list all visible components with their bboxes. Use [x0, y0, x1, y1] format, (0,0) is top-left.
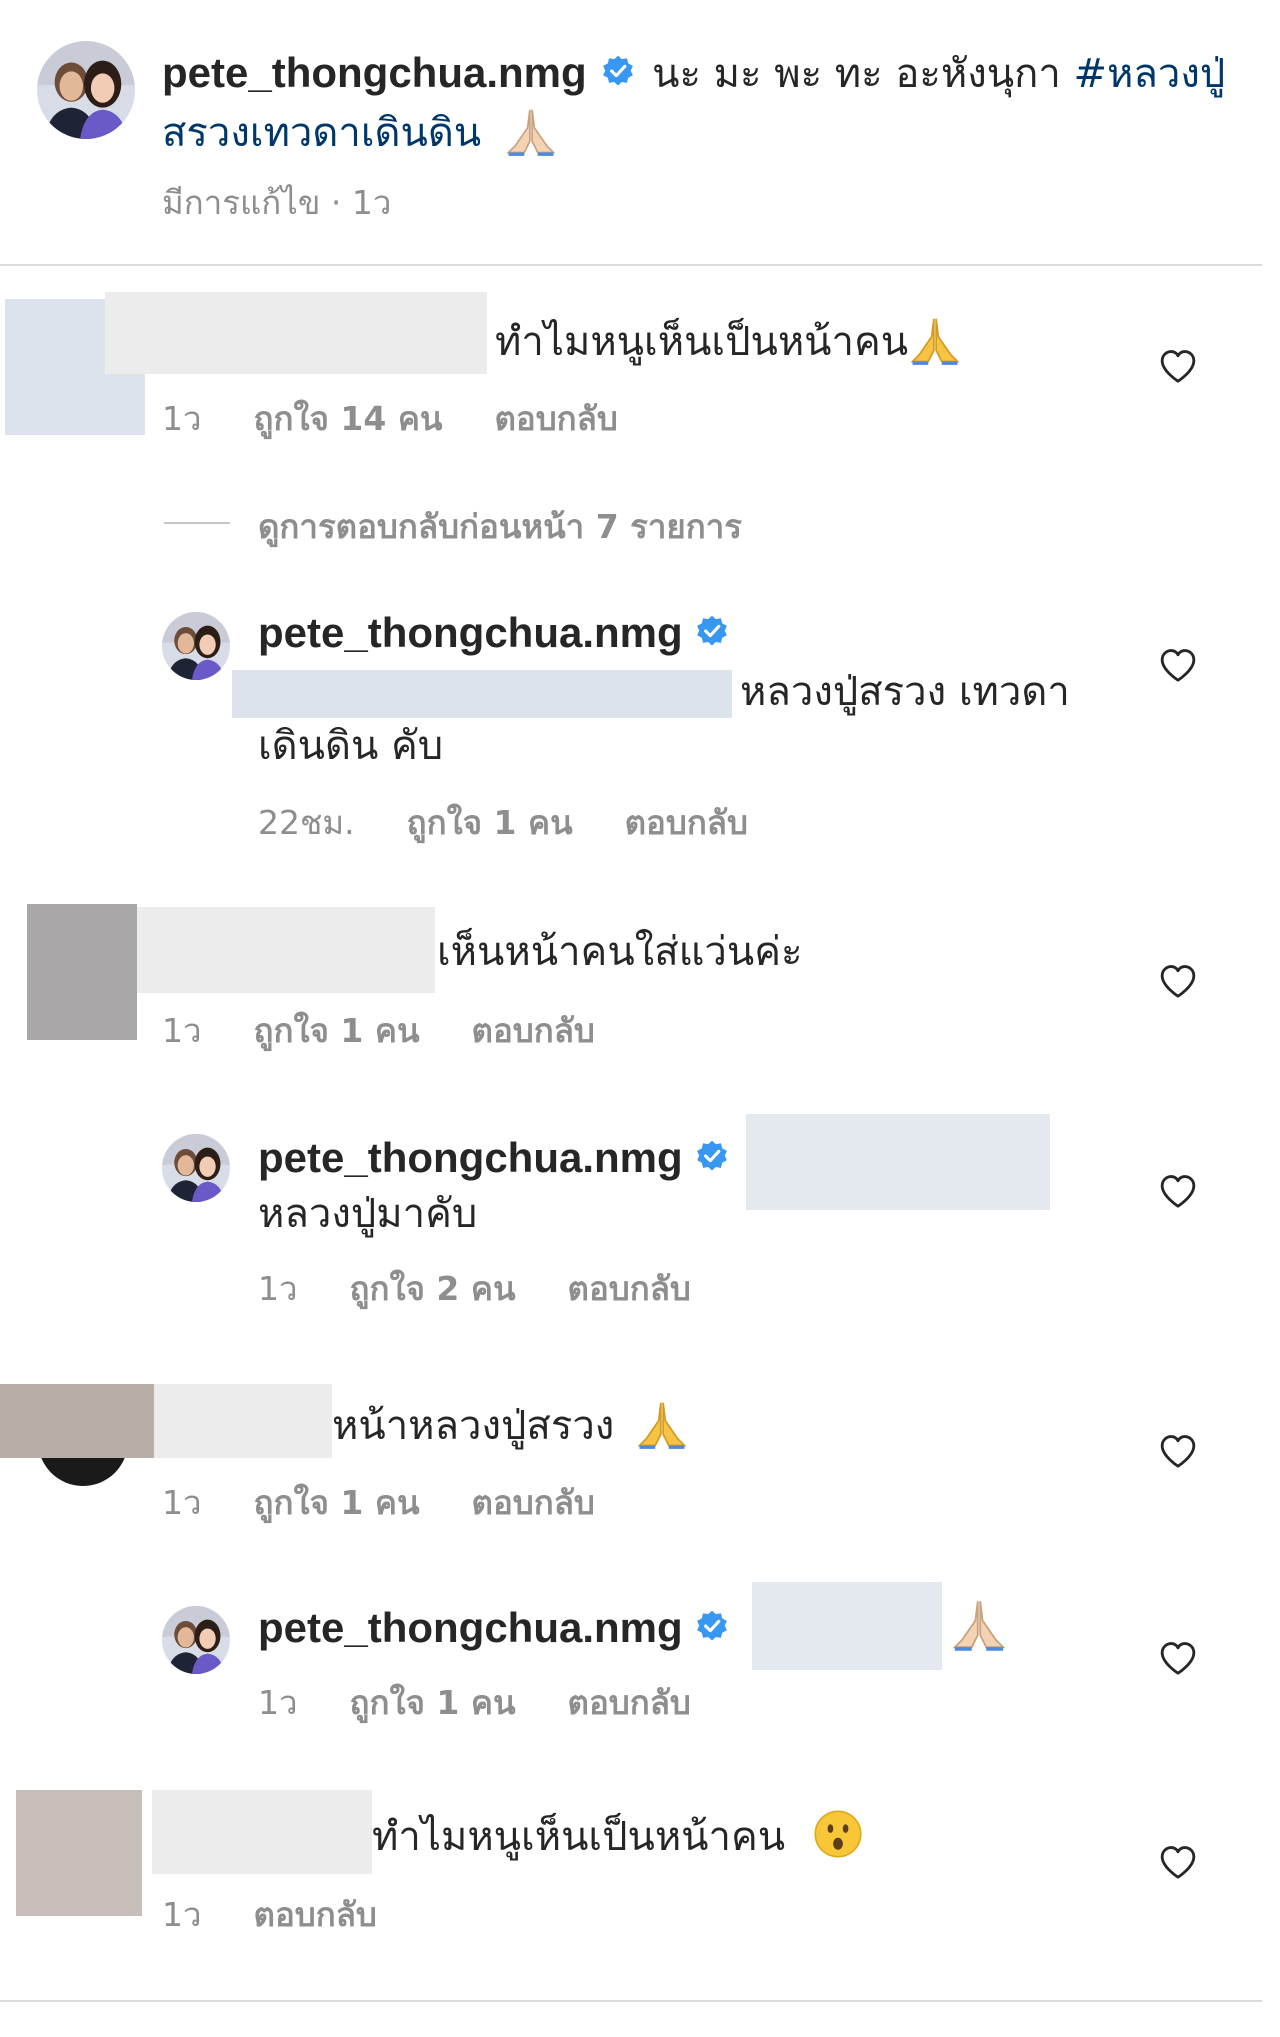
heart-icon[interactable]: [1158, 1172, 1198, 1212]
reply-button[interactable]: ตอบกลับ: [254, 1895, 377, 1934]
divider: [0, 264, 1262, 266]
heart-icon[interactable]: [1158, 1639, 1198, 1679]
comment-meta: 1ว ตอบกลับ: [162, 1888, 429, 1941]
verified-icon: [601, 54, 635, 88]
redacted-mention: [746, 1114, 1050, 1210]
folded-hands-icon: [504, 103, 558, 157]
heart-icon[interactable]: [1158, 1432, 1198, 1472]
reply-meta: 1ว ถูกใจ 2 คน ตอบกลับ: [258, 1262, 743, 1315]
hushed-face-icon: [812, 1808, 864, 1860]
reply-avatar[interactable]: [162, 612, 230, 680]
post-author-avatar[interactable]: [37, 41, 135, 139]
post-caption-text: นะ มะ พะ ทะ อะหังนุกา: [652, 51, 1061, 97]
heart-icon[interactable]: [1158, 646, 1198, 686]
comment-time: 1ว: [162, 1483, 202, 1522]
comment-text: ทำไมหนูเห็นเป็นหน้าคน: [495, 312, 962, 376]
heart-icon[interactable]: [1158, 347, 1198, 387]
redacted-username: [154, 1384, 332, 1458]
redacted-username: [137, 907, 435, 993]
reply-meta: 1ว ถูกใจ 1 คน ตอบกลับ: [258, 1676, 743, 1729]
folded-hands-icon: [950, 1594, 1008, 1652]
post-caption: pete_thongchua.nmg นะ มะ พะ ทะ อะหังนุกา…: [162, 44, 1242, 167]
likes-count[interactable]: ถูกใจ 1 คน: [254, 1483, 420, 1522]
comment-meta: 1ว ถูกใจ 1 คน ตอบกลับ: [162, 1476, 647, 1529]
verified-icon: [695, 1139, 729, 1173]
reply-username[interactable]: pete_thongchua.nmg: [258, 609, 683, 656]
likes-count[interactable]: ถูกใจ 1 คน: [407, 803, 573, 842]
comment-text: หน้าหลวงปู่สรวง: [332, 1396, 689, 1460]
verified-icon: [695, 614, 729, 648]
verified-icon: [695, 1609, 729, 1643]
hashtag-link-continued[interactable]: สรวงเทวดาเดินดิน: [162, 110, 481, 156]
comment-meta: 1ว ถูกใจ 1 คน ตอบกลับ: [162, 1004, 647, 1057]
reply-avatar[interactable]: [162, 1134, 230, 1202]
reply-time: 1ว: [258, 1683, 298, 1722]
reply-header: pete_thongchua.nmg: [258, 1600, 729, 1657]
comment-time: 1ว: [162, 399, 202, 438]
likes-count[interactable]: ถูกใจ 1 คน: [254, 1011, 420, 1050]
heart-icon[interactable]: [1158, 962, 1198, 1002]
reply-username[interactable]: pete_thongchua.nmg: [258, 1604, 683, 1651]
reply-username[interactable]: pete_thongchua.nmg: [258, 1134, 683, 1181]
reply-time: 1ว: [258, 1269, 298, 1308]
reply-header: pete_thongchua.nmg: [258, 1130, 729, 1187]
reply-time: 22ชม.: [258, 803, 355, 842]
reply-header: pete_thongchua.nmg: [258, 605, 729, 662]
reply-avatar[interactable]: [162, 1606, 230, 1674]
view-replies-line: [164, 522, 230, 524]
post-meta: มีการแก้ไข · 1ว: [162, 183, 392, 222]
reply-button[interactable]: ตอบกลับ: [568, 1683, 691, 1722]
redacted-avatar: [0, 1384, 154, 1458]
redacted-username: [152, 1790, 372, 1874]
post-username[interactable]: pete_thongchua.nmg: [162, 49, 587, 96]
folded-hands-icon: [908, 312, 962, 366]
reply-button[interactable]: ตอบกลับ: [568, 1269, 691, 1308]
heart-icon[interactable]: [1158, 1843, 1198, 1883]
comment-meta: 1ว ถูกใจ 14 คน ตอบกลับ: [162, 392, 670, 445]
likes-count[interactable]: ถูกใจ 2 คน: [350, 1269, 516, 1308]
redacted-mention: [232, 670, 732, 718]
view-previous-replies[interactable]: ดูการตอบกลับก่อนหน้า 7 รายการ: [258, 500, 742, 553]
redacted-avatar: [27, 904, 137, 1040]
reply-button[interactable]: ตอบกลับ: [625, 803, 748, 842]
reply-meta: 22ชม. ถูกใจ 1 คน ตอบกลับ: [258, 796, 800, 849]
comment-text: เห็นหน้าคนใส่แว่นค่ะ: [437, 929, 803, 975]
comment-text: ทำไมหนูเห็นเป็นหน้าคน: [372, 1808, 864, 1870]
reply-button[interactable]: ตอบกลับ: [472, 1483, 595, 1522]
likes-count[interactable]: ถูกใจ 14 คน: [254, 399, 443, 438]
comment-time: 1ว: [162, 1895, 202, 1934]
reply-button[interactable]: ตอบกลับ: [472, 1011, 595, 1050]
comment-time: 1ว: [162, 1011, 202, 1050]
reply-text-line1: หลวงปู่สรวง เทวดา: [740, 669, 1070, 715]
reply-button[interactable]: ตอบกลับ: [494, 399, 617, 438]
hashtag-link[interactable]: #หลวงปู่: [1074, 51, 1226, 97]
reply-text-line2: เดินดิน คับ: [258, 723, 444, 769]
redacted-avatar: [16, 1790, 142, 1916]
redacted-mention: [752, 1582, 942, 1670]
redacted-username: [105, 292, 487, 374]
divider: [0, 2000, 1262, 2002]
folded-hands-icon: [635, 1396, 689, 1450]
reply-text: หลวงปู่มาคับ: [258, 1191, 478, 1237]
likes-count[interactable]: ถูกใจ 1 คน: [350, 1683, 516, 1722]
